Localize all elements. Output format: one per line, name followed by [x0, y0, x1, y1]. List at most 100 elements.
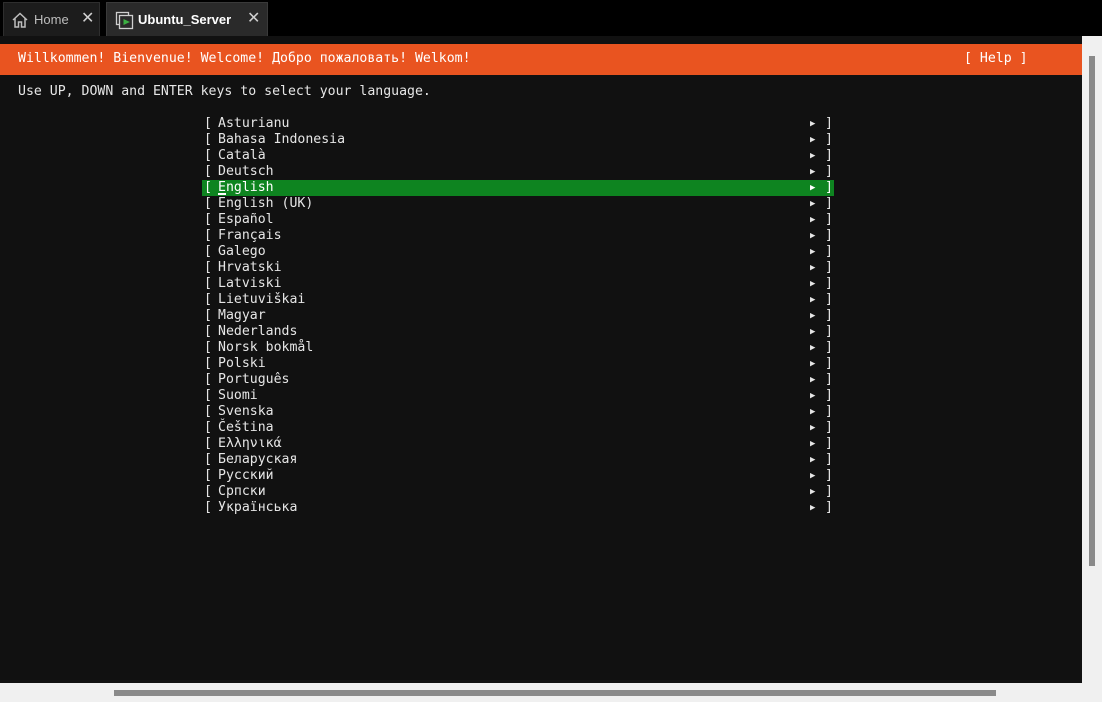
- bracket-close: ]: [825, 292, 833, 307]
- vm-console[interactable]: Willkommen! Bienvenue! Welcome! Добро по…: [0, 36, 1082, 683]
- bracket-open: [: [204, 436, 212, 451]
- bracket-close: ]: [825, 228, 833, 243]
- language-option[interactable]: [ Hrvatski ▶]: [202, 260, 834, 276]
- bracket-close: ]: [825, 404, 833, 419]
- horizontal-scrollbar[interactable]: [0, 683, 1102, 702]
- language-option-label: Lietuviškai: [218, 292, 306, 307]
- arrow-right-icon: ▶: [810, 263, 816, 273]
- arrow-right-icon: ▶: [810, 311, 816, 321]
- language-option-label: English: [218, 180, 274, 195]
- arrow-right-icon: ▶: [810, 215, 816, 225]
- bracket-open: [: [204, 292, 212, 307]
- vertical-scrollbar[interactable]: [1082, 36, 1102, 683]
- bracket-close: ]: [825, 452, 833, 467]
- language-option[interactable]: [Српски ▶]: [202, 484, 834, 500]
- language-option[interactable]: [English (UK) ▶]: [202, 196, 834, 212]
- arrow-right-icon: ▶: [810, 391, 816, 401]
- language-option[interactable]: [Norsk bokmål ▶]: [202, 340, 834, 356]
- language-option[interactable]: [Español ▶]: [202, 212, 834, 228]
- language-option[interactable]: [Ελληνικά ▶]: [202, 436, 834, 452]
- bracket-open: [: [204, 404, 212, 419]
- arrow-right-icon: ▶: [810, 119, 816, 129]
- language-option[interactable]: [Lietuviškai ▶]: [202, 292, 834, 308]
- tab-ubuntu-server-label: Ubuntu_Server: [138, 12, 232, 27]
- arrow-right-icon: ▶: [810, 199, 816, 209]
- bracket-close: ]: [825, 324, 833, 339]
- text-cursor: [218, 193, 226, 195]
- language-option-label: Bahasa Indonesia: [218, 132, 346, 147]
- language-option[interactable]: [Українська ▶]: [202, 500, 834, 516]
- language-option[interactable]: [Svenska ▶]: [202, 404, 834, 420]
- language-option-label: Français: [218, 228, 282, 243]
- language-option-label: Hrvatski: [218, 260, 282, 275]
- bracket-close: ]: [825, 308, 833, 323]
- vertical-scrollbar-thumb[interactable]: [1089, 56, 1095, 566]
- welcome-title: Willkommen! Bienvenue! Welcome! Добро по…: [18, 51, 471, 66]
- bracket-close: ]: [825, 276, 833, 291]
- language-option-label: Suomi: [218, 388, 258, 403]
- tab-home[interactable]: Home ✕: [3, 2, 100, 36]
- arrow-right-icon: ▶: [810, 279, 816, 289]
- language-option[interactable]: [Bahasa Indonesia ▶]: [202, 132, 834, 148]
- bracket-open: [: [204, 260, 212, 275]
- language-option[interactable]: [Français ▶]: [202, 228, 834, 244]
- language-option[interactable]: [Magyar ▶]: [202, 308, 834, 324]
- close-icon[interactable]: ✕: [81, 10, 94, 28]
- horizontal-scrollbar-thumb[interactable]: [114, 690, 996, 696]
- bracket-close: ]: [825, 212, 833, 227]
- help-button[interactable]: [ Help ]: [964, 51, 1028, 67]
- bracket-close: ]: [825, 372, 833, 387]
- bracket-open: [: [204, 324, 212, 339]
- language-option[interactable]: [Português ▶]: [202, 372, 834, 388]
- language-option[interactable]: [Беларуская ▶]: [202, 452, 834, 468]
- header-banner: Willkommen! Bienvenue! Welcome! Добро по…: [0, 44, 1082, 75]
- bracket-open: [: [204, 420, 212, 435]
- language-option-label: Беларуская: [218, 452, 298, 467]
- bracket-open: [: [204, 484, 212, 499]
- bracket-close: ]: [825, 148, 833, 163]
- arrow-right-icon: ▶: [810, 327, 816, 337]
- language-option[interactable]: [Deutsch ▶]: [202, 164, 834, 180]
- arrow-right-icon: ▶: [810, 247, 816, 257]
- language-option[interactable]: [Čeština ▶]: [202, 420, 834, 436]
- bracket-open: [: [204, 340, 212, 355]
- bracket-open: [: [204, 356, 212, 371]
- tab-ubuntu-server[interactable]: Ubuntu_Server ✕: [106, 2, 268, 36]
- instructions-text: Use UP, DOWN and ENTER keys to select yo…: [18, 84, 431, 99]
- arrow-right-icon: ▶: [810, 407, 816, 417]
- language-option[interactable]: [Polski ▶]: [202, 356, 834, 372]
- bracket-open: [: [204, 452, 212, 467]
- bracket-close: ]: [825, 388, 833, 403]
- arrow-right-icon: ▶: [810, 359, 816, 369]
- language-option[interactable]: [Latviski ▶]: [202, 276, 834, 292]
- language-option-label: Català: [218, 148, 266, 163]
- language-option[interactable]: [Русский ▶]: [202, 468, 834, 484]
- language-option-label: Русский: [218, 468, 274, 483]
- bracket-close: ]: [825, 196, 833, 211]
- arrow-right-icon: ▶: [810, 167, 816, 177]
- language-option-label: Latviski: [218, 276, 282, 291]
- close-icon[interactable]: ✕: [247, 10, 260, 28]
- bracket-open: [: [204, 164, 212, 179]
- bracket-open: [: [204, 388, 212, 403]
- language-option-label: Čeština: [218, 420, 274, 435]
- language-option[interactable]: [English ▶]: [202, 180, 834, 196]
- arrow-right-icon: ▶: [810, 343, 816, 353]
- language-option[interactable]: [ Suomi ▶]: [202, 388, 834, 404]
- home-icon: [11, 11, 29, 32]
- bracket-close: ]: [825, 260, 833, 275]
- language-list: [Asturianu ▶] [Bahasa Indonesia ▶] [Català ▶]…: [202, 116, 834, 516]
- arrow-right-icon: ▶: [810, 375, 816, 385]
- language-option[interactable]: [Asturianu ▶]: [202, 116, 834, 132]
- bracket-open: [: [204, 180, 212, 195]
- language-option[interactable]: [Galego ▶]: [202, 244, 834, 260]
- bracket-close: ]: [825, 500, 833, 515]
- arrow-right-icon: ▶: [810, 151, 816, 161]
- arrow-right-icon: ▶: [810, 439, 816, 449]
- language-option[interactable]: [Català ▶]: [202, 148, 834, 164]
- bracket-close: ]: [825, 244, 833, 259]
- language-option[interactable]: [Nederlands ▶]: [202, 324, 834, 340]
- vm-console-icon: [115, 11, 135, 34]
- bracket-close: ]: [825, 164, 833, 179]
- arrow-right-icon: ▶: [810, 487, 816, 497]
